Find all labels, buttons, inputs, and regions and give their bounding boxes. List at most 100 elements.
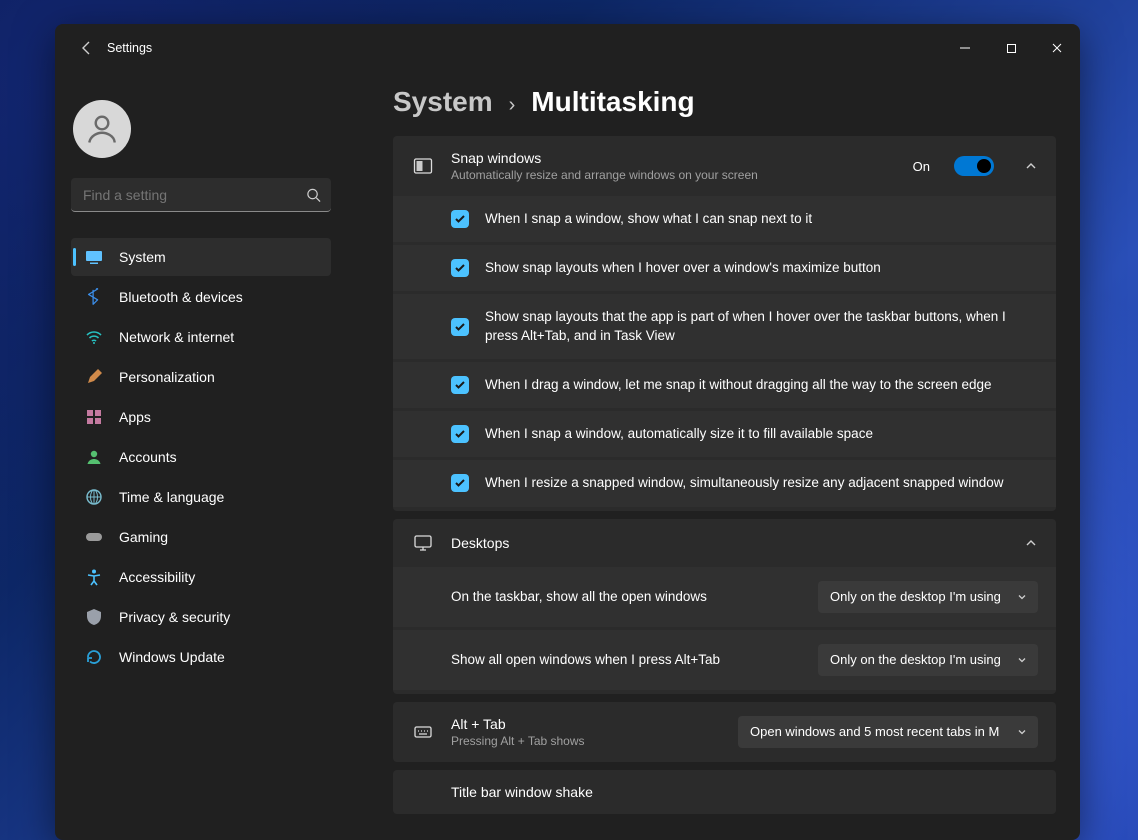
nav-label: Personalization [119, 369, 215, 385]
row-label: Show all open windows when I press Alt+T… [451, 652, 802, 667]
row-label: On the taskbar, show all the open window… [451, 589, 802, 604]
desktops-header[interactable]: Desktops [393, 519, 1056, 567]
option-label: When I resize a snapped window, simultan… [485, 474, 1004, 492]
search-box[interactable] [71, 178, 331, 212]
avatar[interactable] [73, 100, 131, 158]
settings-list: Snap windows Automatically resize and ar… [393, 136, 1056, 814]
brush-icon [85, 368, 103, 386]
nav-item-accessibility[interactable]: Accessibility [71, 558, 331, 596]
desktops-icon [411, 533, 435, 553]
chevron-down-icon [1016, 654, 1028, 666]
nav-item-personalization[interactable]: Personalization [71, 358, 331, 396]
option-label: Show snap layouts that the app is part o… [485, 308, 1038, 344]
back-button[interactable] [67, 40, 107, 56]
snap-option-row[interactable]: Show snap layouts that the app is part o… [393, 294, 1056, 358]
titlebar-shake-header[interactable]: Title bar window shake [393, 770, 1056, 814]
window-title: Settings [107, 41, 152, 55]
checkbox-checked-icon[interactable] [451, 474, 469, 492]
nav-label: Accounts [119, 449, 177, 465]
breadcrumb-root[interactable]: System [393, 86, 493, 118]
chevron-right-icon: › [509, 94, 516, 117]
accessibility-icon [85, 568, 103, 586]
chevron-down-icon [1016, 726, 1028, 738]
alttab-title: Alt + Tab [451, 716, 722, 732]
nav-label: Bluetooth & devices [119, 289, 243, 305]
titlebar-shake-panel: Title bar window shake [393, 770, 1056, 814]
search-icon [306, 188, 321, 203]
main-content: System › Multitasking Snap windows Autom… [355, 72, 1080, 840]
option-label: When I snap a window, automatically size… [485, 425, 873, 443]
nav-item-bluetooth[interactable]: Bluetooth & devices [71, 278, 331, 316]
nav-label: Accessibility [119, 569, 195, 585]
alttab-dropdown[interactable]: Open windows and 5 most recent tabs in M [738, 716, 1038, 748]
snap-option-row[interactable]: Show snap layouts when I hover over a wi… [393, 245, 1056, 291]
snap-option-row[interactable]: When I snap a window, show what I can sn… [393, 196, 1056, 242]
keyboard-icon [411, 722, 435, 742]
desktops-row: Show all open windows when I press Alt+T… [393, 630, 1056, 690]
maximize-button[interactable] [988, 24, 1034, 72]
update-icon [85, 648, 103, 666]
checkbox-checked-icon[interactable] [451, 210, 469, 228]
system-icon [85, 248, 103, 266]
chevron-up-icon[interactable] [1024, 536, 1038, 550]
nav-item-update[interactable]: Windows Update [71, 638, 331, 676]
sidebar: System Bluetooth & devices Network & int… [55, 72, 355, 840]
snap-windows-header[interactable]: Snap windows Automatically resize and ar… [393, 136, 1056, 196]
desktops-panel: Desktops On the taskbar, show all the op… [393, 519, 1056, 694]
dropdown-value: Only on the desktop I'm using [830, 589, 1001, 604]
dropdown-value: Only on the desktop I'm using [830, 652, 1001, 667]
nav-label: Gaming [119, 529, 168, 545]
chevron-down-icon [1016, 591, 1028, 603]
snap-subtitle: Automatically resize and arrange windows… [451, 168, 897, 182]
option-label: Show snap layouts when I hover over a wi… [485, 259, 881, 277]
desktops-options: On the taskbar, show all the open window… [393, 567, 1056, 694]
snap-title: Snap windows [451, 150, 897, 166]
nav-item-time[interactable]: Time & language [71, 478, 331, 516]
nav-label: Windows Update [119, 649, 225, 665]
desktops-alttab-dropdown[interactable]: Only on the desktop I'm using [818, 644, 1038, 676]
snap-toggle[interactable] [954, 156, 994, 176]
dropdown-value: Open windows and 5 most recent tabs in M [750, 724, 999, 739]
alttab-panel: Alt + Tab Pressing Alt + Tab shows Open … [393, 702, 1056, 762]
snap-state-label: On [913, 159, 930, 174]
nav-item-privacy[interactable]: Privacy & security [71, 598, 331, 636]
settings-window: Settings [55, 24, 1080, 840]
checkbox-checked-icon[interactable] [451, 425, 469, 443]
bluetooth-icon [85, 288, 103, 306]
alttab-subtitle: Pressing Alt + Tab shows [451, 734, 722, 748]
window-controls [942, 24, 1080, 72]
titlebar-shake-title: Title bar window shake [451, 784, 1038, 800]
snap-options: When I snap a window, show what I can sn… [393, 196, 1056, 511]
desktops-taskbar-dropdown[interactable]: Only on the desktop I'm using [818, 581, 1038, 613]
globe-icon [85, 488, 103, 506]
snap-option-row[interactable]: When I snap a window, automatically size… [393, 411, 1056, 457]
nav-list: System Bluetooth & devices Network & int… [71, 238, 331, 676]
snap-option-row[interactable]: When I resize a snapped window, simultan… [393, 460, 1056, 506]
nav-label: Network & internet [119, 329, 234, 345]
checkbox-checked-icon[interactable] [451, 318, 469, 336]
nav-item-network[interactable]: Network & internet [71, 318, 331, 356]
nav-item-accounts[interactable]: Accounts [71, 438, 331, 476]
search-input[interactable] [71, 178, 331, 212]
shield-icon [85, 608, 103, 626]
nav-label: Time & language [119, 489, 224, 505]
nav-label: System [119, 249, 166, 265]
close-button[interactable] [1034, 24, 1080, 72]
title-bar: Settings [55, 24, 1080, 72]
snap-option-row[interactable]: When I drag a window, let me snap it wit… [393, 362, 1056, 408]
desktops-title: Desktops [451, 535, 994, 551]
nav-item-gaming[interactable]: Gaming [71, 518, 331, 556]
chevron-up-icon[interactable] [1024, 159, 1038, 173]
checkbox-checked-icon[interactable] [451, 376, 469, 394]
minimize-button[interactable] [942, 24, 988, 72]
snap-icon [411, 156, 435, 176]
nav-item-system[interactable]: System [71, 238, 331, 276]
option-label: When I drag a window, let me snap it wit… [485, 376, 992, 394]
alttab-header[interactable]: Alt + Tab Pressing Alt + Tab shows Open … [393, 702, 1056, 762]
checkbox-checked-icon[interactable] [451, 259, 469, 277]
gamepad-icon [85, 528, 103, 546]
option-label: When I snap a window, show what I can sn… [485, 210, 812, 228]
nav-item-apps[interactable]: Apps [71, 398, 331, 436]
desktops-row: On the taskbar, show all the open window… [393, 567, 1056, 627]
person-icon [85, 448, 103, 466]
